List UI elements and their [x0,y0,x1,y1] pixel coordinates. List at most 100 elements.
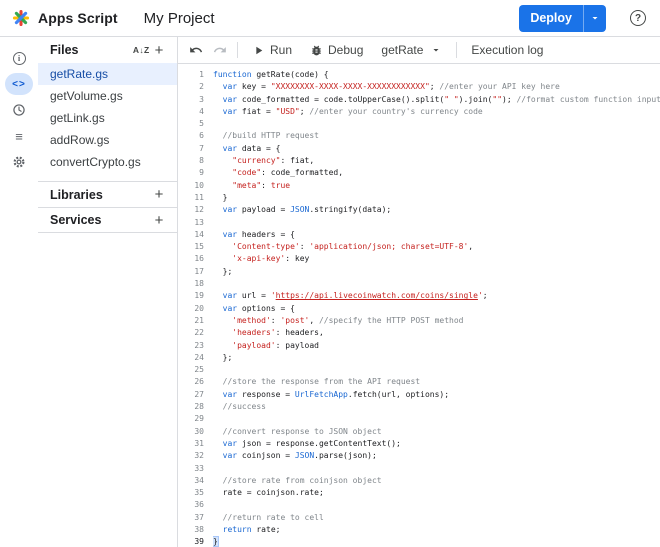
code-line[interactable]: var json = response.getContentText(); [213,438,660,450]
deploy-dropdown-caret-icon[interactable] [583,5,606,32]
line-number[interactable]: 5 [178,118,204,130]
services-section[interactable]: Services + [38,207,177,233]
code-line[interactable]: //build HTTP request [213,130,660,142]
code-line[interactable]: //store the response from the API reques… [213,376,660,388]
line-number[interactable]: 30 [178,426,204,438]
line-number[interactable]: 2 [178,81,204,93]
line-number[interactable]: 12 [178,204,204,216]
line-number[interactable]: 9 [178,167,204,179]
sort-files-icon[interactable]: A↓Z [132,41,150,59]
file-item[interactable]: convertCrypto.gs [38,151,177,173]
code-line[interactable]: var response = UrlFetchApp.fetch(url, op… [213,389,660,401]
line-number[interactable]: 22 [178,327,204,339]
add-file-icon[interactable]: + [150,41,168,59]
line-number[interactable]: 36 [178,499,204,511]
code-line[interactable]: }; [213,352,660,364]
line-number[interactable]: 3 [178,94,204,106]
code-line[interactable]: 'method': 'post', //specify the HTTP POS… [213,315,660,327]
code-line[interactable]: } [213,192,660,204]
code-editor[interactable]: 1234567891011121314151617181920212223242… [178,64,660,547]
code-line[interactable]: 'Content-type': 'application/json; chars… [213,241,660,253]
code-line[interactable] [213,413,660,425]
nav-editor-icon[interactable]: <> [5,73,33,95]
line-number[interactable]: 25 [178,364,204,376]
code-line[interactable]: var key = "XXXXXXXX-XXXX-XXXX-XXXXXXXXXX… [213,81,660,93]
file-item[interactable]: getRate.gs [38,63,177,85]
code-line[interactable]: } [213,536,660,547]
line-number[interactable]: 18 [178,278,204,290]
line-number[interactable]: 16 [178,253,204,265]
line-number[interactable]: 17 [178,266,204,278]
line-number[interactable]: 26 [178,376,204,388]
apps-script-logo-icon[interactable] [12,9,30,27]
run-button[interactable]: Run [243,40,301,60]
line-number[interactable]: 21 [178,315,204,327]
code-line[interactable] [213,499,660,511]
code-line[interactable]: var code_formatted = code.toUpperCase().… [213,94,660,106]
line-number[interactable]: 6 [178,130,204,142]
line-number[interactable]: 39 [178,536,204,547]
line-number[interactable]: 33 [178,463,204,475]
file-item[interactable]: getVolume.gs [38,85,177,107]
line-number[interactable]: 34 [178,475,204,487]
code-line[interactable] [213,217,660,229]
line-number[interactable]: 1 [178,69,204,81]
line-number[interactable]: 20 [178,303,204,315]
app-name[interactable]: Apps Script [38,10,118,26]
code-line[interactable]: var url = 'https://api.livecoinwatch.com… [213,290,660,302]
code-line[interactable]: //success [213,401,660,413]
code-line[interactable]: 'x-api-key': key [213,253,660,265]
code-line[interactable]: var data = { [213,143,660,155]
code-line[interactable]: "currency": fiat, [213,155,660,167]
code-line[interactable] [213,118,660,130]
code-line[interactable]: }; [213,266,660,278]
code-line[interactable]: 'headers': headers, [213,327,660,339]
code-line[interactable]: return rate; [213,524,660,536]
code-line[interactable]: "code": code_formatted, [213,167,660,179]
redo-icon[interactable] [208,39,232,61]
line-number[interactable]: 28 [178,401,204,413]
code-line[interactable]: rate = coinjson.rate; [213,487,660,499]
undo-icon[interactable] [184,39,208,61]
line-number[interactable]: 8 [178,155,204,167]
code-line[interactable] [213,463,660,475]
code-line[interactable]: var options = { [213,303,660,315]
line-number[interactable]: 4 [178,106,204,118]
project-title[interactable]: My Project [144,10,215,27]
line-number[interactable]: 23 [178,340,204,352]
debug-button[interactable]: Debug [301,40,372,60]
add-library-icon[interactable]: + [150,186,168,204]
code-line[interactable]: var headers = { [213,229,660,241]
libraries-section[interactable]: Libraries + [38,181,177,207]
help-icon[interactable]: ? [630,10,646,26]
line-number[interactable]: 15 [178,241,204,253]
line-number[interactable]: 29 [178,413,204,425]
code-line[interactable]: var coinjson = JSON.parse(json); [213,450,660,462]
code-line[interactable]: //convert response to JSON object [213,426,660,438]
line-number[interactable]: 31 [178,438,204,450]
execution-log-button[interactable]: Execution log [462,40,552,60]
line-number[interactable]: 7 [178,143,204,155]
editor-gutter[interactable]: 1234567891011121314151617181920212223242… [178,69,204,547]
nav-settings-icon[interactable] [5,151,33,173]
deploy-button[interactable]: Deploy [519,5,606,32]
code-line[interactable]: //return rate to cell [213,512,660,524]
code-line[interactable] [213,364,660,376]
code-line[interactable]: "meta": true [213,180,660,192]
function-selector[interactable]: getRate [372,40,451,60]
editor-code[interactable]: function getRate(code) { var key = "XXXX… [213,69,660,547]
file-item[interactable]: getLink.gs [38,107,177,129]
line-number[interactable]: 35 [178,487,204,499]
line-number[interactable]: 14 [178,229,204,241]
line-number[interactable]: 19 [178,290,204,302]
line-number[interactable]: 32 [178,450,204,462]
line-number[interactable]: 27 [178,389,204,401]
code-line[interactable]: function getRate(code) { [213,69,660,81]
nav-overview-icon[interactable]: i [5,47,33,69]
line-number[interactable]: 37 [178,512,204,524]
line-number[interactable]: 11 [178,192,204,204]
line-number[interactable]: 10 [178,180,204,192]
code-line[interactable]: //store rate from coinjson object [213,475,660,487]
file-item[interactable]: addRow.gs [38,129,177,151]
code-line[interactable] [213,278,660,290]
